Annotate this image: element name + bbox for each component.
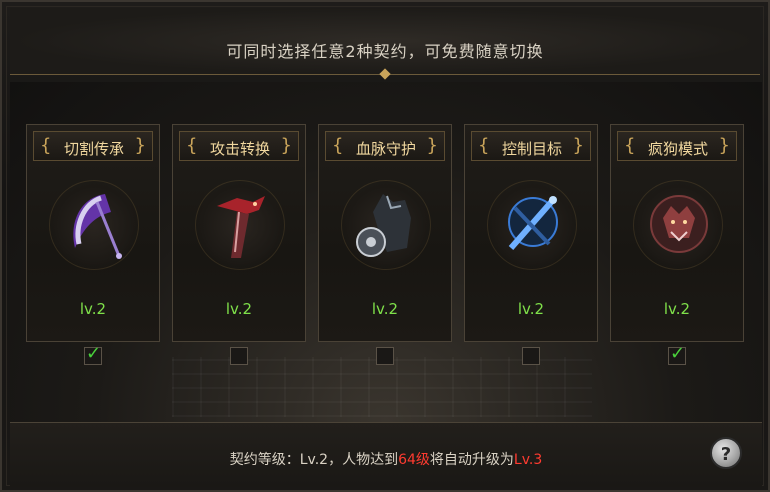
- card-emblem: [195, 180, 285, 270]
- checkmark-icon: ✓: [670, 343, 686, 364]
- select-checkbox-bloodline[interactable]: [376, 347, 394, 365]
- card-level: lv.2: [517, 300, 545, 318]
- question-icon: ?: [720, 444, 732, 465]
- scythe-icon: [73, 194, 122, 259]
- contract-card-maddog[interactable]: { } 疯狗模式 lv.2: [610, 124, 744, 342]
- card-level: lv.2: [79, 300, 107, 318]
- contract-panel: 可同时选择任意2种契约，可免费随意切换 { } 切割传承 lv.2 { } 攻击…: [0, 0, 770, 492]
- card-title: 血脉守护: [355, 140, 416, 158]
- select-checkbox-control[interactable]: [522, 347, 540, 365]
- footer: 契约等级：Lv.2，人物达到64级将自动升级为Lv.3: [10, 422, 762, 487]
- select-checkbox-maddog[interactable]: ✓: [668, 343, 686, 365]
- contract-card-control[interactable]: { } 控制目标 lv.2: [464, 124, 598, 342]
- required-level: 64级: [398, 452, 430, 468]
- card-title: 疯狗模式: [647, 140, 708, 158]
- blue-chains-icon: [508, 196, 558, 250]
- select-checkbox-cutting[interactable]: ✓: [84, 343, 102, 365]
- contract-card-bloodline[interactable]: { } 血脉守护 lv.2: [318, 124, 452, 342]
- card-title: 攻击转换: [209, 140, 270, 158]
- level-info-middle: 将自动升级为: [429, 452, 514, 468]
- contract-card-cutting[interactable]: { } 切割传承 lv.2: [26, 124, 160, 342]
- card-header: { } 疯狗模式: [617, 131, 737, 161]
- card-emblem: [633, 180, 723, 270]
- card-title: 控制目标: [501, 140, 562, 158]
- card-emblem: [341, 180, 431, 270]
- card-header: { } 血脉守护: [325, 131, 445, 161]
- card-level: lv.2: [371, 300, 399, 318]
- wolf-shield-icon: [356, 194, 411, 257]
- card-header: { } 攻击转换: [179, 131, 299, 161]
- werewolf-icon: [650, 195, 708, 253]
- dragon-blade-icon: [217, 196, 265, 258]
- panel-title: 可同时选择任意2种契约，可免费随意切换: [226, 42, 544, 61]
- select-checkbox-attack[interactable]: [230, 347, 248, 365]
- contract-card-attack[interactable]: { } 攻击转换 lv.2: [172, 124, 306, 342]
- contract-level-info: 契约等级：Lv.2，人物达到64级将自动升级为Lv.3: [10, 449, 762, 469]
- card-header: { } 控制目标: [471, 131, 591, 161]
- card-title: 切割传承: [63, 140, 124, 158]
- next-level: Lv.3: [513, 452, 543, 468]
- card-level: lv.2: [225, 300, 253, 318]
- card-level: lv.2: [663, 300, 691, 318]
- card-emblem: [487, 180, 577, 270]
- floor-tiles: [172, 357, 592, 417]
- card-emblem: [49, 180, 139, 270]
- checkmark-icon: ✓: [86, 343, 102, 364]
- level-info-prefix: 契约等级：Lv.2，人物达到: [229, 452, 399, 468]
- help-button[interactable]: ?: [710, 437, 742, 469]
- card-header: { } 切割传承: [33, 131, 153, 161]
- header: 可同时选择任意2种契约，可免费随意切换: [10, 8, 760, 75]
